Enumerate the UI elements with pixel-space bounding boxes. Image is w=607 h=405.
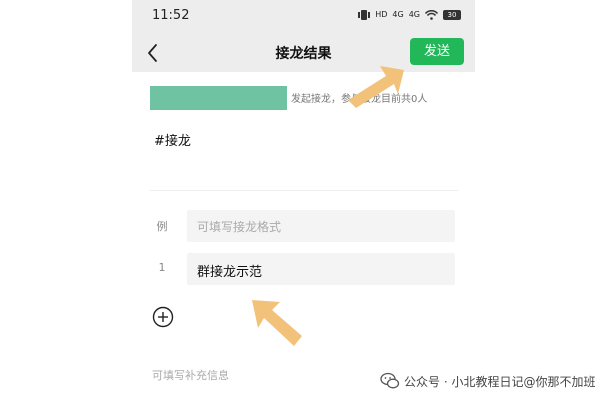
- entry-text: 群接龙示范: [197, 265, 263, 280]
- 4g-icon: 4G: [392, 10, 404, 19]
- supplement-info-input[interactable]: 可填写补充信息: [152, 367, 229, 383]
- wifi-icon: [425, 9, 438, 20]
- screenshot-canvas: 11:52 HD 4G 4G 30 接龙结果 发送 发起接龙，参与接龙目前共0人…: [0, 0, 607, 405]
- 4g-icon: 4G: [408, 10, 420, 19]
- watermark: 公众号 · 小北教程日记@你那不加班: [380, 370, 595, 392]
- status-icons: HD 4G 4G 30: [358, 9, 461, 20]
- watermark-text: 公众号 · 小北教程日记@你那不加班: [404, 374, 596, 389]
- entry-input[interactable]: 群接龙示范: [187, 253, 455, 285]
- wechat-icon: [380, 372, 400, 389]
- add-circle-icon[interactable]: [152, 306, 174, 328]
- battery-icon: 30: [443, 9, 461, 20]
- initiator-text: 发起接龙，参与接龙目前共0人: [291, 94, 428, 105]
- phone-screen: 11:52 HD 4G 4G 30 接龙结果 发送 发起接龙，参与接龙目前共0人…: [132, 0, 475, 405]
- status-time: 11:52: [152, 8, 190, 23]
- status-bar: 11:52 HD 4G 4G 30: [132, 0, 475, 34]
- send-button[interactable]: 发送: [410, 38, 464, 65]
- nav-bar: 接龙结果 发送: [132, 34, 475, 72]
- example-format-input[interactable]: 可填写接龙格式: [187, 210, 455, 242]
- hd-icon: HD: [375, 10, 388, 19]
- entry-row-index: 1: [158, 261, 166, 274]
- example-format-placeholder: 可填写接龙格式: [197, 220, 282, 234]
- redacted-name-block: [150, 86, 287, 110]
- vibrate-icon: [358, 9, 371, 20]
- hashtag-title[interactable]: #接龙: [154, 130, 191, 149]
- divider: [150, 190, 458, 191]
- example-row-index: 例: [156, 220, 168, 233]
- initiator-row: 发起接龙，参与接龙目前共0人: [150, 84, 470, 110]
